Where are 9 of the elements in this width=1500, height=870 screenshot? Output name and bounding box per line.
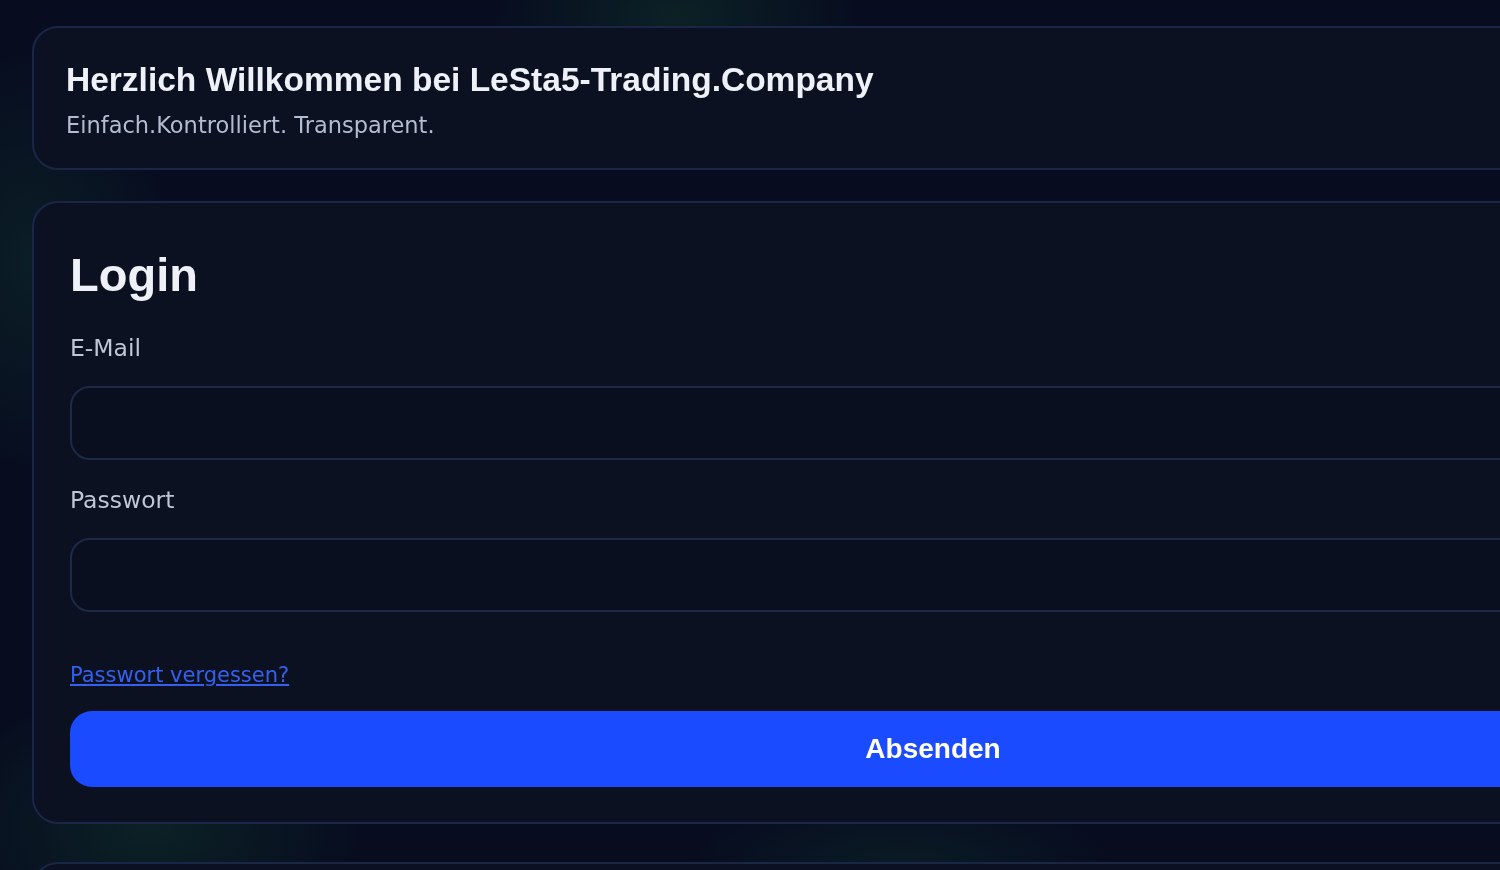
login-title: Login [70, 248, 198, 302]
welcome-subtitle: Einfach.Kontrolliert. Transparent. [66, 113, 435, 137]
forgot-password-link[interactable]: Passwort vergessen? [70, 662, 290, 688]
input-field[interactable] [70, 538, 1500, 612]
submit-button[interactable]: Absenden [70, 711, 1500, 787]
input-field[interactable] [70, 386, 1500, 460]
field-label: E-Mail [70, 334, 142, 362]
welcome-title: Herzlich Willkommen bei LeSta5-Trading.Company [66, 62, 874, 98]
field-label: Passwort [70, 486, 175, 514]
